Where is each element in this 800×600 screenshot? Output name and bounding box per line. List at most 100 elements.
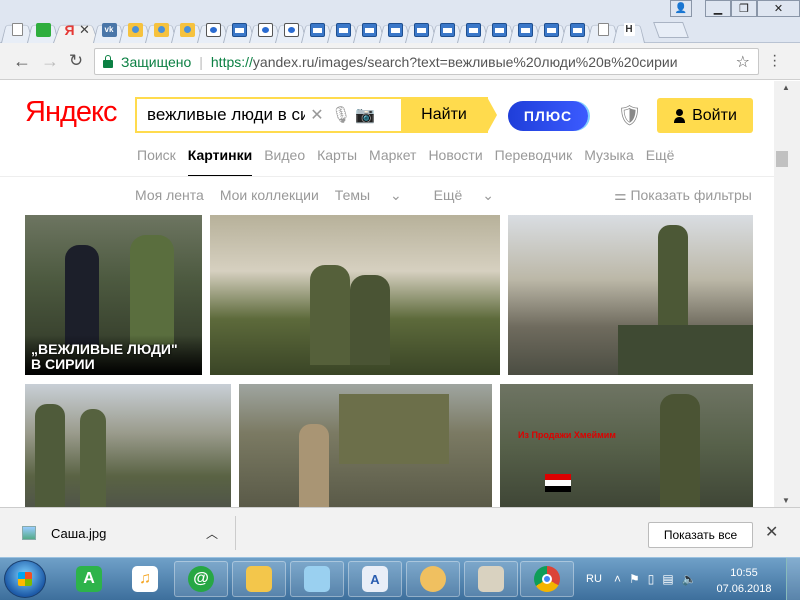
volume-tray-icon[interactable]: 🔈 bbox=[682, 572, 697, 586]
browser-tab[interactable] bbox=[434, 16, 460, 43]
service-link[interactable]: Музыка bbox=[584, 147, 634, 163]
forward-arrow-icon[interactable]: → bbox=[40, 51, 60, 71]
service-link[interactable]: Картинки bbox=[187, 147, 253, 177]
download-item[interactable]: Саша.jpg ︿ bbox=[22, 520, 234, 546]
browser-tab[interactable] bbox=[148, 16, 174, 43]
show-desktop-button[interactable] bbox=[786, 558, 800, 600]
image-figure bbox=[65, 245, 99, 345]
mail-at-icon: @ bbox=[188, 566, 214, 592]
browser-tab[interactable] bbox=[174, 16, 200, 43]
show-filters-button[interactable]: ⚌ Показать фильтры bbox=[614, 187, 752, 204]
browser-tab[interactable]: Я ✕ bbox=[56, 16, 96, 43]
window-icon bbox=[543, 22, 559, 37]
browser-tab[interactable]: H bbox=[616, 16, 642, 43]
browser-tab[interactable] bbox=[564, 16, 590, 43]
device-tray-icon[interactable]: ▯ bbox=[648, 572, 655, 586]
taskbar-app-8[interactable] bbox=[464, 561, 518, 597]
taskbar-app-5[interactable] bbox=[290, 561, 344, 597]
filters-label: Показать фильтры bbox=[630, 187, 752, 203]
address-bar[interactable]: Защищено | https://yandex.ru/images/sear… bbox=[94, 48, 759, 75]
service-link[interactable]: Новости bbox=[428, 147, 482, 163]
browser-tab[interactable] bbox=[122, 16, 148, 43]
browser-tab[interactable] bbox=[356, 16, 382, 43]
search-input[interactable]: вежливые люди в сирии bbox=[137, 105, 305, 125]
new-tab-button[interactable] bbox=[653, 22, 689, 38]
tray-chevron-icon[interactable]: ˄ bbox=[614, 572, 621, 586]
find-button[interactable]: Найти bbox=[401, 97, 497, 133]
language-indicator[interactable]: RU bbox=[586, 573, 602, 585]
browser-tab[interactable] bbox=[538, 16, 564, 43]
browser-tab[interactable] bbox=[278, 16, 304, 43]
browser-tab[interactable] bbox=[30, 16, 56, 43]
image-figure bbox=[130, 235, 174, 345]
image-result-6[interactable]: Из Продажи Хмеймим bbox=[500, 384, 753, 507]
image-result-1[interactable]: „ВЕЖЛИВЫЕ ЛЮДИ" В СИРИИ bbox=[25, 215, 202, 375]
show-all-button[interactable]: Показать все bbox=[648, 522, 753, 548]
browser-tab[interactable] bbox=[460, 16, 486, 43]
network-tray-icon[interactable]: ▤ bbox=[662, 572, 673, 586]
taskbar-app-4[interactable] bbox=[232, 561, 286, 597]
service-link[interactable]: Маркет bbox=[369, 147, 416, 163]
browser-tab[interactable] bbox=[590, 16, 616, 43]
bookmark-star-icon[interactable]: ☆ bbox=[736, 52, 750, 72]
taskbar-app-1[interactable]: A bbox=[62, 561, 116, 597]
taskbar-app-6[interactable]: A bbox=[348, 561, 402, 597]
clock[interactable]: 10:55 07.06.2018 bbox=[712, 565, 776, 597]
service-link[interactable]: Ещё bbox=[646, 147, 675, 163]
window-icon bbox=[413, 22, 429, 37]
service-link[interactable]: Переводчик bbox=[495, 147, 573, 163]
shield-icon[interactable]: 🛡 bbox=[617, 103, 642, 127]
themes-dropdown[interactable]: Темы ⌄ bbox=[335, 187, 418, 204]
back-arrow-icon[interactable]: ← bbox=[12, 51, 32, 71]
close-download-bar-icon[interactable]: ✕ bbox=[765, 522, 778, 542]
windows-taskbar: A ♫ @ A RU ˄ ⚑ ▯ ▤ 🔈 10:55 07.06.2018 bbox=[0, 557, 800, 600]
taskbar-app-3[interactable]: @ bbox=[174, 561, 228, 597]
image-result-4[interactable] bbox=[25, 384, 231, 507]
plus-button[interactable]: ПЛЮС bbox=[508, 101, 588, 131]
logo-text: Яндекс bbox=[25, 96, 118, 128]
flag-tray-icon[interactable]: ⚑ bbox=[629, 572, 640, 586]
microphone-icon[interactable]: 🎙 bbox=[329, 105, 353, 125]
browser-tab[interactable]: vk bbox=[96, 16, 122, 43]
browser-tab[interactable] bbox=[304, 16, 330, 43]
reload-icon[interactable]: ↻ bbox=[66, 51, 86, 71]
browser-tab[interactable] bbox=[330, 16, 356, 43]
image-result-2[interactable] bbox=[210, 215, 500, 375]
browser-tab[interactable] bbox=[486, 16, 512, 43]
close-window-icon[interactable]: ✕ bbox=[757, 0, 800, 17]
page-scrollbar[interactable]: ▲ ▼ bbox=[774, 81, 800, 507]
camera-icon[interactable]: 📷 bbox=[353, 105, 377, 125]
clear-icon[interactable]: ✕ bbox=[305, 105, 329, 125]
scroll-down-icon[interactable]: ▼ bbox=[782, 496, 790, 505]
chevron-up-icon[interactable]: ︿ bbox=[206, 525, 218, 542]
browser-tab[interactable] bbox=[408, 16, 434, 43]
yandex-logo[interactable]: Яндекс bbox=[25, 96, 118, 129]
browser-tab[interactable] bbox=[4, 16, 30, 43]
chrome-menu-icon[interactable]: · · · bbox=[772, 48, 777, 74]
minimize-icon[interactable]: ▁ bbox=[705, 0, 731, 17]
scroll-up-icon[interactable]: ▲ bbox=[782, 83, 790, 92]
taskbar-app-2[interactable]: ♫ bbox=[118, 561, 172, 597]
browser-tab[interactable] bbox=[512, 16, 538, 43]
image-figure bbox=[660, 394, 700, 507]
my-collections-link[interactable]: Мои коллекции bbox=[220, 187, 319, 204]
close-tab-icon[interactable]: ✕ bbox=[79, 22, 90, 38]
my-feed-link[interactable]: Моя лента bbox=[135, 187, 204, 204]
taskbar-app-7[interactable] bbox=[406, 561, 460, 597]
browser-tab[interactable] bbox=[200, 16, 226, 43]
scroll-thumb[interactable] bbox=[776, 151, 788, 167]
browser-tab[interactable] bbox=[382, 16, 408, 43]
start-button[interactable] bbox=[4, 560, 46, 598]
service-link[interactable]: Карты bbox=[317, 147, 357, 163]
image-result-5[interactable] bbox=[239, 384, 492, 507]
taskbar-app-chrome[interactable] bbox=[520, 561, 574, 597]
service-link[interactable]: Поиск bbox=[137, 147, 176, 163]
login-button[interactable]: Войти bbox=[657, 98, 753, 133]
browser-tab[interactable] bbox=[226, 16, 252, 43]
profile-icon[interactable]: 👤 bbox=[670, 0, 692, 17]
image-result-3[interactable] bbox=[508, 215, 753, 375]
more-dropdown[interactable]: Ещё ⌄ bbox=[434, 187, 510, 204]
service-link[interactable]: Видео bbox=[264, 147, 305, 163]
browser-tab[interactable] bbox=[252, 16, 278, 43]
maximize-icon[interactable]: ❐ bbox=[731, 0, 757, 17]
